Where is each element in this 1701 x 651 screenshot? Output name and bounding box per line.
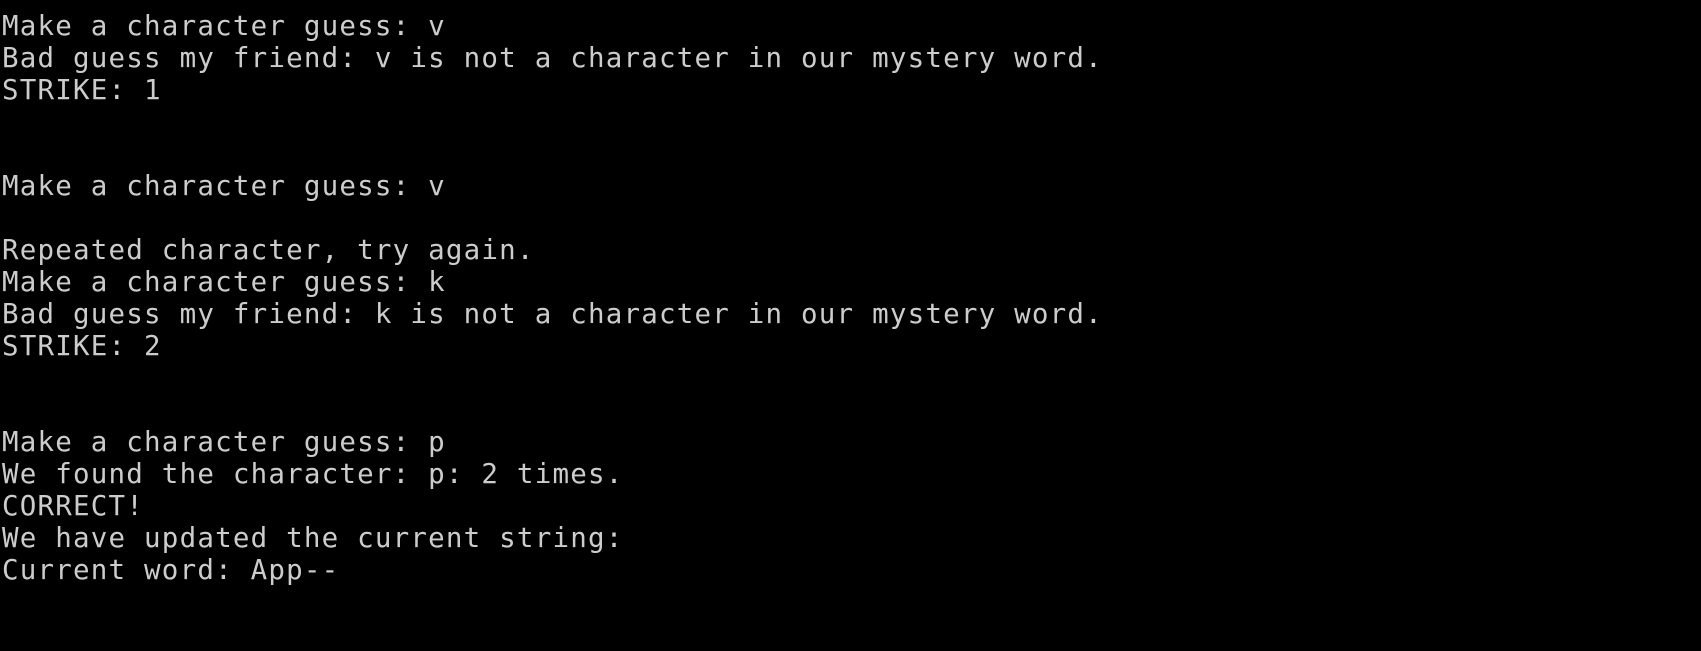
console-line: Bad guess my friend: v is not a characte…: [2, 42, 1103, 74]
console-line: Make a character guess: v: [2, 170, 446, 202]
console-line: Bad guess my friend: k is not a characte…: [2, 298, 1103, 330]
console-line: Repeated character, try again.: [2, 234, 535, 266]
console-line: Make a character guess: v: [2, 10, 446, 42]
console-line: STRIKE: 1: [2, 74, 162, 106]
console-line: Make a character guess: p: [2, 426, 446, 458]
console-line: STRIKE: 2: [2, 330, 162, 362]
console-line: Make a character guess: k: [2, 266, 446, 298]
console-window[interactable]: Make a character guess: v Bad guess my f…: [0, 0, 1701, 651]
console-line: We have updated the current string:: [2, 522, 624, 554]
console-current-word-line: Current word: App--: [2, 554, 340, 586]
console-line: We found the character: p: 2 times.: [2, 458, 624, 490]
console-line: CORRECT!: [2, 490, 145, 522]
